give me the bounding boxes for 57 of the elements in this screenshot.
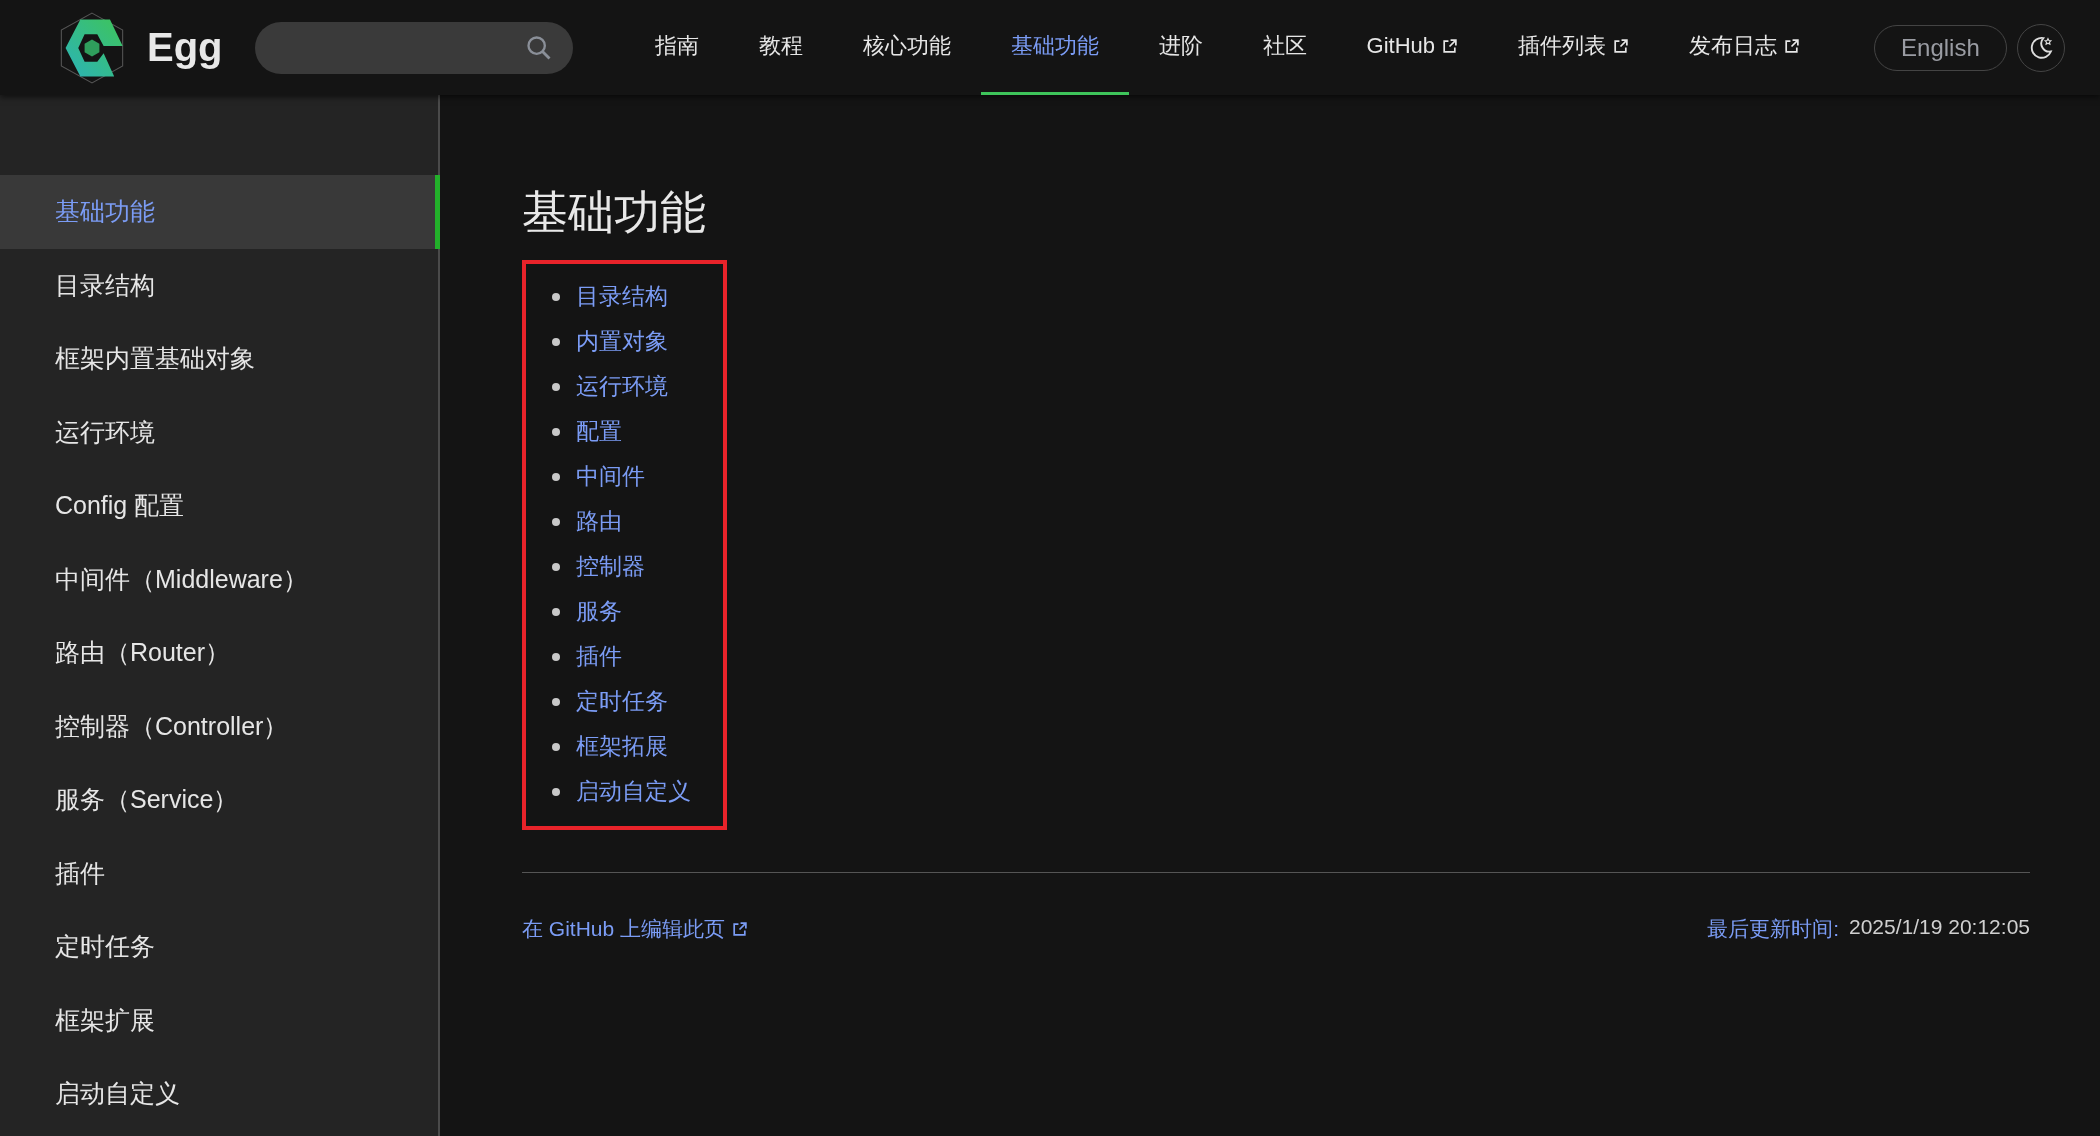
search-field[interactable] (254, 21, 573, 74)
edit-link[interactable]: 在 GitHub 上编辑此页 (522, 915, 749, 944)
toc-link[interactable]: 定时任务 (576, 686, 668, 718)
nav-link[interactable]: 进阶 (1128, 0, 1233, 95)
last-updated-time: 2025/1/19 20:12:05 (1849, 915, 2030, 941)
sidebar-item[interactable]: 控制器（Controller） (0, 689, 440, 763)
external-link-icon (731, 920, 749, 938)
bullet-icon (552, 427, 560, 436)
toc-link[interactable]: 运行环境 (576, 371, 668, 403)
sidebar-item[interactable]: 中间件（Middleware） (0, 542, 440, 616)
bullet-icon (552, 292, 560, 301)
last-updated-label: 最后更新时间: (1707, 916, 1839, 943)
toc-link[interactable]: 框架拓展 (576, 731, 668, 763)
nav-link[interactable]: 指南 (624, 0, 729, 95)
external-link-icon (1612, 37, 1630, 55)
sidebar-item[interactable]: 目录结构 (0, 248, 440, 322)
toc-link[interactable]: 配置 (576, 416, 622, 448)
bullet-icon (552, 472, 560, 481)
page-heading: 基础功能 (522, 185, 707, 240)
toc-link[interactable]: 服务 (576, 596, 622, 628)
bullet-icon (552, 337, 560, 346)
nav-link[interactable]: 社区 (1232, 0, 1337, 95)
nav-link[interactable]: GitHub (1336, 0, 1489, 95)
toc-link[interactable]: 目录结构 (576, 281, 668, 313)
bullet-icon (552, 652, 560, 661)
sidebar-item[interactable]: 路由（Router） (0, 616, 440, 690)
sidebar-item[interactable]: 框架内置基础对象 (0, 322, 440, 396)
toc-link[interactable]: 插件 (576, 641, 622, 673)
nav-link[interactable]: 发布日志 (1659, 0, 1831, 95)
sidebar-item[interactable]: 启动自定义 (0, 1057, 440, 1131)
toc-link[interactable]: 中间件 (576, 461, 645, 493)
sidebar-item[interactable]: 服务（Service） (0, 763, 440, 837)
bullet-icon (552, 607, 560, 616)
sidebar-item[interactable]: 定时任务 (0, 910, 440, 984)
external-link-icon (1783, 37, 1801, 55)
site-title[interactable]: Egg (147, 25, 223, 70)
toc-link[interactable]: 内置对象 (576, 326, 668, 358)
sidebar-item[interactable]: 基础功能 (0, 175, 440, 249)
nav-link[interactable]: 教程 (728, 0, 833, 95)
toc-link[interactable]: 路由 (576, 506, 622, 538)
nav-link[interactable]: 核心功能 (832, 0, 981, 95)
bullet-icon (552, 742, 560, 751)
toc-link[interactable]: 启动自定义 (576, 776, 691, 808)
bullet-icon (552, 697, 560, 706)
bullet-icon (552, 787, 560, 796)
bullet-icon (552, 517, 560, 526)
search-icon (524, 33, 553, 62)
sidebar-item[interactable]: Config 配置 (0, 469, 440, 543)
nav-link[interactable]: 插件列表 (1488, 0, 1660, 95)
sidebar-item[interactable]: 运行环境 (0, 395, 440, 469)
toc-link[interactable]: 控制器 (576, 551, 645, 583)
nav-link[interactable]: 基础功能 (980, 0, 1129, 95)
bullet-icon (552, 562, 560, 571)
sidebar-item[interactable]: 框架扩展 (0, 983, 440, 1057)
external-link-icon (1441, 37, 1459, 55)
bullet-icon (552, 382, 560, 391)
sidebar-item[interactable]: 插件 (0, 836, 440, 910)
